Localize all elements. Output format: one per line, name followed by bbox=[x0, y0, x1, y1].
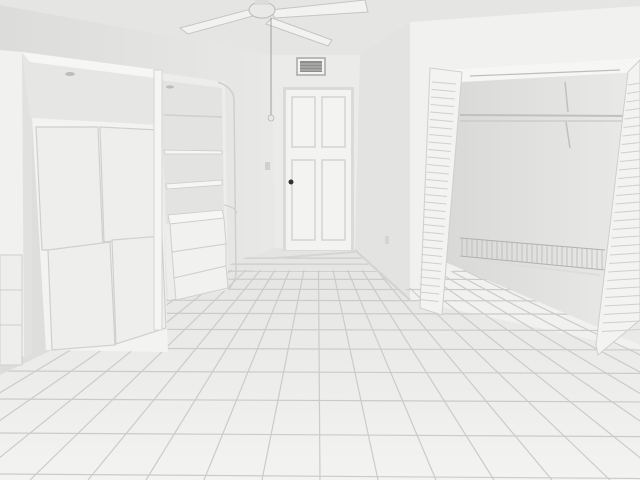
air-vent bbox=[296, 57, 326, 76]
room-photo bbox=[0, 0, 640, 480]
wall-outlet bbox=[385, 236, 389, 244]
interior-door bbox=[283, 87, 354, 251]
room-illustration bbox=[0, 0, 640, 480]
door-knob bbox=[288, 179, 294, 185]
light-switch bbox=[265, 162, 270, 170]
